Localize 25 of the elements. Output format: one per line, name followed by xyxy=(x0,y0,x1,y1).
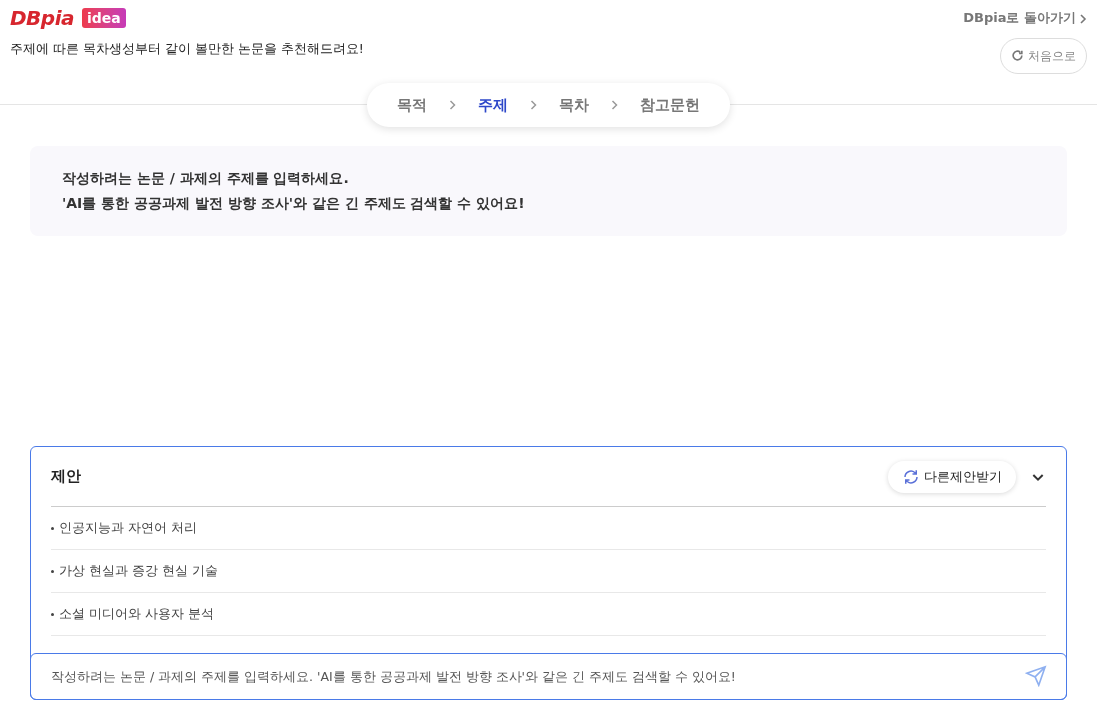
chevron-right-icon xyxy=(611,100,618,110)
suggestion-item[interactable]: 인공지능과 자연어 처리 xyxy=(59,518,197,538)
step-tab[interactable]: 목차 xyxy=(559,93,589,117)
suggestion-item[interactable]: 소셜 미디어와 사용자 분석 xyxy=(59,604,214,624)
logo[interactable]: DBpia xyxy=(10,8,74,28)
chevron-right-icon xyxy=(1079,13,1087,24)
step-tab[interactable]: 주제 xyxy=(478,93,508,117)
chevron-right-icon xyxy=(449,100,456,110)
logo-badge: idea xyxy=(82,8,126,28)
refresh-icon xyxy=(1011,49,1024,62)
topic-input[interactable]: 작성하려는 논문 / 과제의 주제를 입력하세요. 'AI를 통한 공공과제 발전 방향 조사'와 같은 긴 주제도 검색할 수 있어요! xyxy=(30,653,1067,700)
chevron-right-icon xyxy=(530,100,537,110)
suggestion-title: 제안 xyxy=(51,466,81,488)
step-tab[interactable]: 목적 xyxy=(397,93,427,117)
step-tab[interactable]: 참고문헌 xyxy=(640,93,700,117)
subtitle: 주제에 따른 목차생성부터 같이 볼만한 논문을 추천해드려요! xyxy=(10,40,364,58)
bullet-icon xyxy=(51,526,54,530)
bullet-icon xyxy=(51,612,54,616)
bullet-icon xyxy=(51,569,54,573)
suggestion-item[interactable]: 가상 현실과 증강 현실 기술 xyxy=(59,561,218,581)
refresh-suggestions-button[interactable]: 다른제안받기 xyxy=(888,460,1016,493)
info-text: 작성하려는 논문 / 과제의 주제를 입력하세요. xyxy=(62,169,350,188)
back-link[interactable]: DBpia로 돌아가기 xyxy=(963,8,1087,28)
refresh-icon xyxy=(902,467,920,486)
info-text: 'AI를 통한 공공과제 발전 방향 조사'와 같은 긴 주제도 검색할 수 있어요! xyxy=(62,194,526,213)
